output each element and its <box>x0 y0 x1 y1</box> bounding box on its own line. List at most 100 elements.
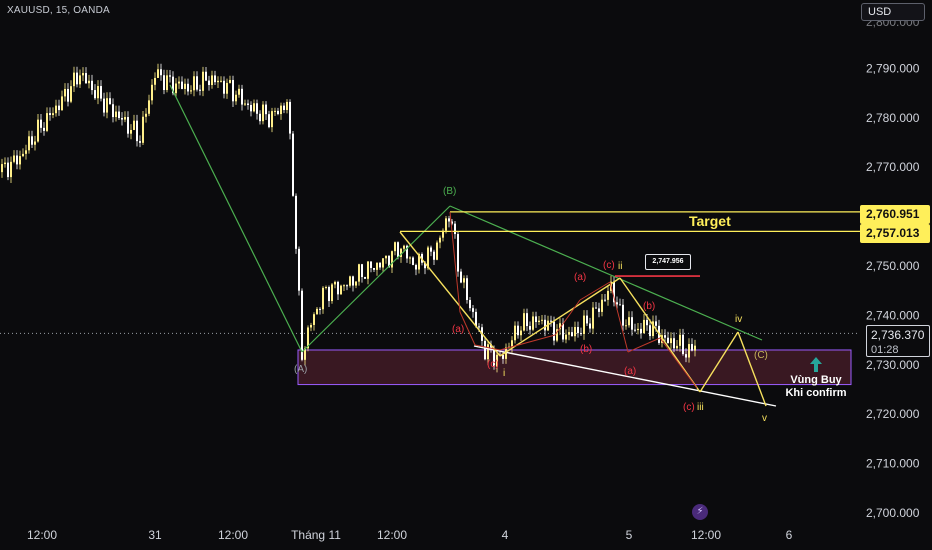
candle-body <box>466 278 468 300</box>
candle-body <box>643 319 645 334</box>
candle-body <box>472 308 474 312</box>
candle-body <box>25 150 27 154</box>
buy-zone-layer <box>297 349 852 386</box>
candle-body <box>412 257 414 265</box>
candle-body <box>541 319 543 321</box>
candle-body <box>430 247 432 252</box>
candle-body <box>79 75 81 85</box>
target-label: Target <box>689 213 731 229</box>
candle-body <box>448 218 450 222</box>
candle-body <box>343 285 345 287</box>
red-c1-label: (c) <box>487 359 499 370</box>
candle-body <box>337 281 339 295</box>
time-tick-label: 12:00 <box>691 528 721 542</box>
candle-body <box>268 114 270 128</box>
candle-body <box>691 344 693 351</box>
candle-body <box>253 103 255 112</box>
candle-body <box>82 73 84 76</box>
candle-body <box>367 261 369 279</box>
candle-body <box>262 104 264 122</box>
red-c2-label: (c) <box>603 260 615 271</box>
candle-body <box>397 242 399 257</box>
candle-body <box>256 103 258 114</box>
time-tick-label: 5 <box>626 528 633 542</box>
candle-body <box>115 111 117 118</box>
candle-body <box>313 314 315 325</box>
price-tick-label: 2,780.000 <box>866 111 920 125</box>
candle-body <box>181 81 183 89</box>
candle-body <box>70 86 72 102</box>
candle-body <box>289 101 291 134</box>
currency-button[interactable]: USD <box>861 3 925 21</box>
candle-body <box>403 245 405 249</box>
lightning-icon[interactable]: ⚡ <box>692 504 708 520</box>
green-wave-line <box>301 205 451 353</box>
time-tick-label: 12:00 <box>27 528 57 542</box>
candle-body <box>370 261 372 268</box>
candle-body <box>664 335 666 338</box>
price-tick-label: 2,750.000 <box>866 259 920 273</box>
candle-body <box>571 332 573 337</box>
candle-body <box>31 136 33 145</box>
candle-body <box>142 116 144 143</box>
red-subwave-line <box>579 281 611 301</box>
candle-body <box>187 83 189 92</box>
candle-body <box>514 325 516 341</box>
candle-body <box>634 329 636 331</box>
candle-body <box>673 338 675 349</box>
candle-body <box>136 120 138 142</box>
candle-body <box>16 155 18 165</box>
candle-body <box>349 276 351 286</box>
candle-body <box>562 323 564 340</box>
buy-zone-line2: Khi confirm <box>785 387 847 399</box>
candle-body <box>277 110 279 115</box>
candle-body <box>46 113 48 131</box>
candle-body <box>520 330 522 336</box>
candle-body <box>139 141 141 143</box>
red-b3-label: (b) <box>643 301 656 312</box>
candle-body <box>280 105 282 115</box>
candle-body <box>463 278 465 283</box>
candle-body <box>361 264 363 278</box>
candle-body <box>595 307 597 309</box>
candle-body <box>355 281 357 286</box>
candle-body <box>121 118 123 120</box>
candle-body <box>73 72 75 87</box>
candle-body <box>28 136 30 151</box>
candle-body <box>58 105 60 111</box>
candle-body <box>649 325 651 337</box>
candle-body <box>226 82 228 94</box>
time-axis[interactable]: 12:00 31 12:00 Tháng 11 12:00 4 5 12:00 6 <box>27 528 793 542</box>
candle-body <box>679 334 681 346</box>
candle-body <box>163 75 165 91</box>
candle-body <box>433 251 435 260</box>
candle-body <box>100 86 102 99</box>
green-wave-line <box>169 84 303 353</box>
candle-body <box>478 326 480 328</box>
price-tick-label: 2,720.000 <box>866 407 920 421</box>
candle-body <box>631 317 633 330</box>
candle-body <box>646 319 648 326</box>
candle-body <box>247 103 249 105</box>
wave-iv-label: iv <box>735 314 743 325</box>
candle-body <box>49 113 51 115</box>
candle-body <box>523 313 525 331</box>
candle-body <box>694 345 696 351</box>
candle-body <box>574 327 576 337</box>
candle-body <box>241 88 243 105</box>
price-axis[interactable]: 2,790.0002,780.0002,770.0002,760.0002,75… <box>866 15 920 520</box>
candle-body <box>94 90 96 99</box>
candle-body <box>1 164 3 173</box>
candle-body <box>43 127 45 131</box>
candle-body <box>460 271 462 283</box>
wave-v-label: v <box>762 413 767 424</box>
price-tick-label: 2,730.000 <box>866 358 920 372</box>
current-price-label: 2,736.370 01:28 <box>866 325 930 357</box>
candle-body <box>628 317 630 326</box>
candle-body <box>376 262 378 270</box>
wave-A-label: (A) <box>294 364 308 375</box>
candle-body <box>568 332 570 335</box>
candle-body <box>130 129 132 134</box>
price-chart[interactable]: 2,790.0002,780.0002,770.0002,760.0002,75… <box>0 0 932 550</box>
candle-body <box>640 328 642 334</box>
